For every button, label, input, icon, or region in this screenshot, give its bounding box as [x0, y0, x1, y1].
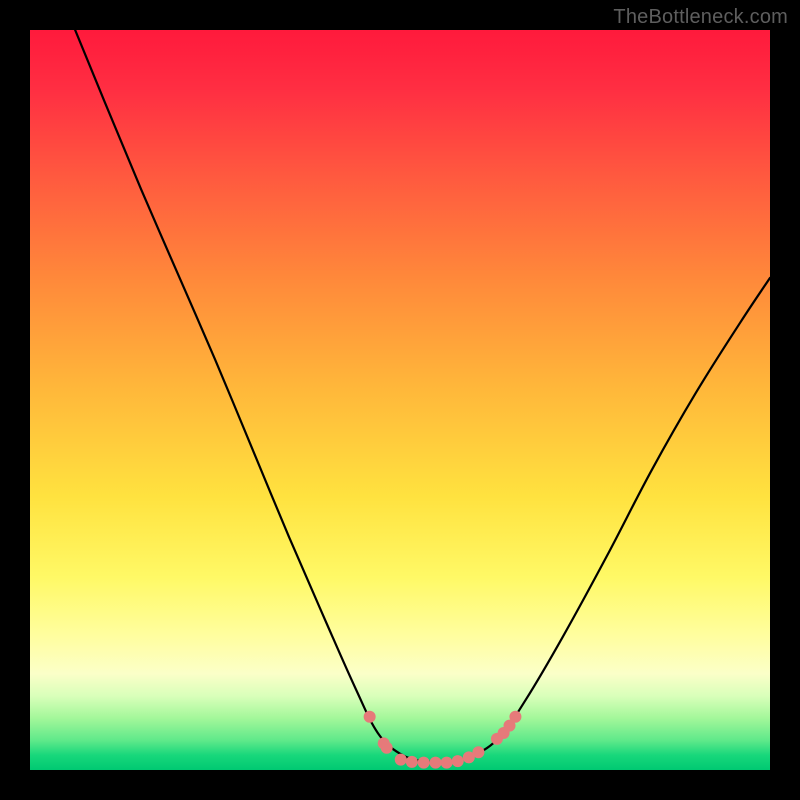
curve-marker: [364, 711, 376, 723]
attribution-label: TheBottleneck.com: [613, 6, 788, 29]
curve-marker: [441, 757, 453, 769]
bottleneck-curve: [75, 30, 770, 762]
curve-marker: [472, 746, 484, 758]
curve-marker: [452, 755, 464, 767]
curve-marker: [418, 757, 430, 769]
curve-marker: [430, 757, 442, 769]
curve-markers: [364, 711, 522, 769]
chart-frame: TheBottleneck.com: [0, 0, 800, 800]
curve-marker: [406, 756, 418, 768]
curve-marker: [381, 742, 393, 754]
curve-layer: [30, 30, 770, 770]
curve-marker: [509, 711, 521, 723]
curve-marker: [395, 754, 407, 766]
plot-area: [30, 30, 770, 770]
